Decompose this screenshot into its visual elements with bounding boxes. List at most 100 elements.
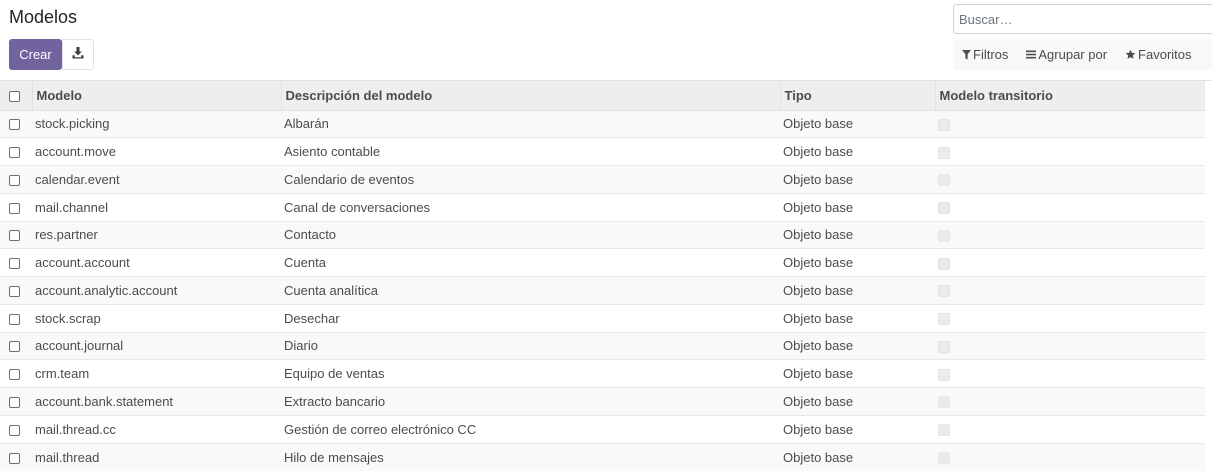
row-select-cell [0,442,32,471]
row-checkbox[interactable] [9,258,20,270]
cell-model[interactable]: account.account [32,248,281,277]
row-checkbox[interactable] [9,452,20,464]
page-title: Modelos [9,7,78,27]
table-header-row: Modelo Descripción del modelo Tipo Model… [0,81,1205,111]
group-by-label: Agrupar por [1038,47,1108,62]
row-checkbox[interactable] [9,230,20,242]
transient-checkbox [938,174,950,187]
row-checkbox[interactable] [9,341,20,353]
column-header-type[interactable]: Tipo [780,81,936,111]
cell-transient [935,387,1205,416]
cell-model[interactable]: account.journal [32,331,281,360]
cell-type[interactable]: Objeto base [780,414,935,443]
table-row[interactable]: mail.channel Canal de conversaciones Objet… [0,192,1205,221]
cell-description[interactable]: Diario [281,331,780,360]
favorites-label: Favoritos [1138,47,1192,62]
transient-checkbox [938,229,950,242]
table-row[interactable]: mail.thread.cc Gestión de correo electrón… [0,414,1205,443]
download-icon [72,47,84,62]
cell-model[interactable]: crm.team [32,359,281,388]
row-select-cell [0,276,32,305]
transient-checkbox [938,146,950,159]
table-row[interactable]: res.partner Contacto Objeto base [0,220,1205,249]
cell-model[interactable]: mail.thread.cc [32,414,281,443]
cell-model[interactable]: stock.picking [32,109,281,138]
cell-model[interactable]: mail.channel [32,192,281,221]
cell-type[interactable]: Objeto base [780,220,935,249]
cell-type[interactable]: Objeto base [780,137,935,166]
row-checkbox[interactable] [9,396,20,408]
row-checkbox[interactable] [9,174,20,186]
cell-model[interactable]: calendar.event [32,165,281,194]
cell-type[interactable]: Objeto base [780,165,935,194]
row-select-cell [0,109,32,138]
cell-model[interactable]: stock.scrap [32,303,281,332]
cell-model[interactable]: account.bank.statement [32,387,281,416]
transient-checkbox [938,368,950,381]
table-row[interactable]: mail.thread Hilo de mensajes Objeto base [0,442,1205,471]
cell-description[interactable]: Cuenta [281,248,780,277]
cell-type[interactable]: Objeto base [780,331,935,360]
download-button[interactable] [62,39,94,70]
cell-description[interactable]: Canal de conversaciones [281,192,780,221]
cell-transient [935,137,1205,166]
cell-description[interactable]: Cuenta analítica [281,276,780,305]
cell-description[interactable]: Equipo de ventas [281,359,780,388]
table-row[interactable]: account.journal Diario Objeto base [0,331,1205,360]
table-row[interactable]: calendar.event Calendario de eventos Objet… [0,165,1205,194]
table-body: stock.picking Albarán Objeto base account.m… [0,109,1205,471]
transient-checkbox [938,452,950,465]
cell-description[interactable]: Asiento contable [281,137,780,166]
cell-model[interactable]: mail.thread [32,442,281,471]
cell-type[interactable]: Objeto base [780,109,935,138]
row-checkbox[interactable] [9,147,20,159]
cell-description[interactable]: Contacto [281,220,780,249]
cell-description[interactable]: Extracto bancario [281,387,780,416]
cell-type[interactable]: Objeto base [780,359,935,388]
table-row[interactable]: crm.team Equipo de ventas Objeto base [0,359,1205,388]
row-checkbox[interactable] [9,369,20,381]
cell-type[interactable]: Objeto base [780,303,935,332]
cell-description[interactable]: Gestión de correo electrónico CC [281,414,780,443]
filter-icon [962,49,971,60]
row-select-cell [0,359,32,388]
cell-type[interactable]: Objeto base [780,192,935,221]
cell-type[interactable]: Objeto base [780,248,935,277]
filters-label: Filtros [973,47,1009,62]
column-header-transient[interactable]: Modelo transitorio [935,81,1205,111]
select-all-checkbox[interactable] [9,90,20,102]
row-checkbox[interactable] [9,202,20,214]
column-header-model[interactable]: Modelo [32,81,282,111]
cell-model[interactable]: account.analytic.account [32,276,281,305]
group-by-button[interactable]: Agrupar por [1017,39,1116,70]
cell-type[interactable]: Objeto base [780,276,935,305]
cell-description[interactable]: Calendario de eventos [281,165,780,194]
cell-type[interactable]: Objeto base [780,442,935,471]
table-row[interactable]: account.account Cuenta Objeto base [0,248,1205,277]
row-checkbox[interactable] [9,119,20,131]
cell-transient [935,359,1205,388]
column-header-description[interactable]: Descripción del modelo [281,81,781,111]
favorites-button[interactable]: Favoritos [1116,39,1200,70]
cell-description[interactable]: Desechar [281,303,780,332]
search-input[interactable] [954,5,1212,33]
cell-transient [935,414,1205,443]
cell-transient [935,276,1205,305]
create-button[interactable]: Crear [9,39,62,70]
cell-transient [935,248,1205,277]
cell-model[interactable]: res.partner [32,220,281,249]
table-row[interactable]: stock.scrap Desechar Objeto base [0,303,1205,332]
row-checkbox[interactable] [9,285,20,297]
table-row[interactable]: account.analytic.account Cuenta analítica… [0,276,1205,305]
table-row[interactable]: account.bank.statement Extracto bancario O… [0,387,1205,416]
filters-button[interactable]: Filtros [953,39,1017,70]
row-select-cell [0,192,32,221]
cell-type[interactable]: Objeto base [780,387,935,416]
row-checkbox[interactable] [9,424,20,436]
table-row[interactable]: account.move Asiento contable Objeto base [0,137,1205,166]
cell-description[interactable]: Albarán [281,109,780,138]
cell-model[interactable]: account.move [32,137,281,166]
table-row[interactable]: stock.picking Albarán Objeto base [0,109,1205,138]
cell-description[interactable]: Hilo de mensajes [281,442,780,471]
row-checkbox[interactable] [9,313,20,325]
